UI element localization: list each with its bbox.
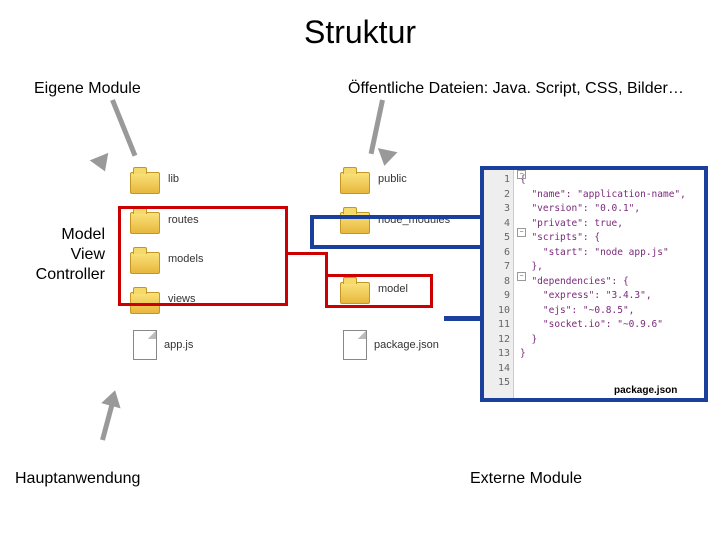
- folder-icon: [130, 172, 160, 194]
- arrow-head-icon: [90, 153, 115, 175]
- arrow-head-icon: [101, 388, 124, 409]
- file-label: app.js: [164, 339, 193, 351]
- arrow-oeffentliche: [369, 99, 385, 154]
- connector-line: [325, 252, 328, 278]
- highlight-box-mvc: [118, 206, 288, 306]
- label-oeffentliche: Öffentliche Dateien: Java. Script, CSS, …: [348, 80, 684, 98]
- label-eigene-module: Eigene Module: [34, 80, 141, 98]
- page-title: Struktur: [0, 0, 720, 51]
- code-content: { "name": "application-name", "version":…: [518, 170, 704, 398]
- fold-icon: −: [517, 170, 526, 179]
- connector-line: [288, 252, 328, 255]
- file-icon: [343, 330, 367, 360]
- label-mvc: Model View Controller: [25, 225, 105, 285]
- file-icon: [133, 330, 157, 360]
- fold-icon: −: [517, 272, 526, 281]
- label-externe-module: Externe Module: [470, 470, 582, 488]
- arrow-head-icon: [375, 148, 398, 168]
- arrow-eigene: [110, 99, 137, 157]
- line-number-gutter: 123456789101112131415: [484, 170, 514, 398]
- code-caption: package.json: [614, 385, 677, 396]
- label-hauptanwendung: Hauptanwendung: [15, 470, 140, 488]
- file-label: package.json: [374, 339, 439, 351]
- highlight-box-model: [325, 274, 433, 308]
- folder-label: lib: [168, 173, 179, 185]
- folder-label: public: [378, 173, 407, 185]
- fold-icon: −: [517, 228, 526, 237]
- folder-icon: [340, 172, 370, 194]
